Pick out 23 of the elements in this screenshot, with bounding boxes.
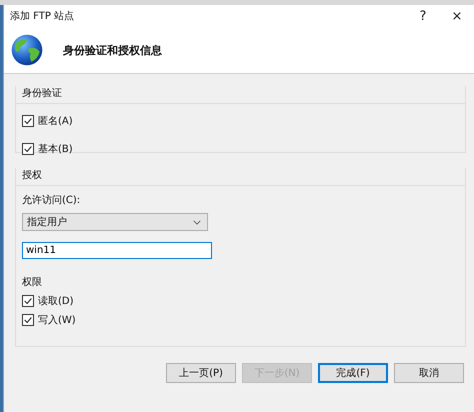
checkbox[interactable] xyxy=(22,115,34,127)
checkbox[interactable] xyxy=(22,143,34,155)
globe-icon xyxy=(9,32,45,68)
checkbox-label: 读取(D) xyxy=(38,294,74,308)
field-label: 允许访问(C): xyxy=(22,194,80,207)
dialog-button[interactable]: 上一页(P) xyxy=(166,363,236,383)
checkbox-label: 写入(W) xyxy=(38,314,76,327)
page-heading: 身份验证和授权信息 xyxy=(63,42,162,58)
close-button[interactable]: × xyxy=(440,5,474,27)
window-title: 添加 FTP 站点 xyxy=(10,10,74,23)
checkbox[interactable] xyxy=(22,295,34,307)
checkbox-label: 匿名(A) xyxy=(38,115,73,128)
dialog-button[interactable]: 完成(F) xyxy=(318,363,388,383)
help-button[interactable]: ? xyxy=(406,5,440,27)
group-title: 身份验证 xyxy=(16,86,465,104)
dialog-button[interactable]: 取消 xyxy=(394,363,464,383)
section-label: 权限 xyxy=(22,276,42,289)
checkbox-label: 基本(B) xyxy=(38,142,73,156)
user-input-field[interactable]: win11 xyxy=(22,242,212,259)
chevron-down-icon xyxy=(193,220,201,224)
group-title: 授权 xyxy=(16,168,465,186)
access-dropdown[interactable]: 指定用户 xyxy=(22,213,208,231)
checkbox[interactable] xyxy=(22,314,34,326)
